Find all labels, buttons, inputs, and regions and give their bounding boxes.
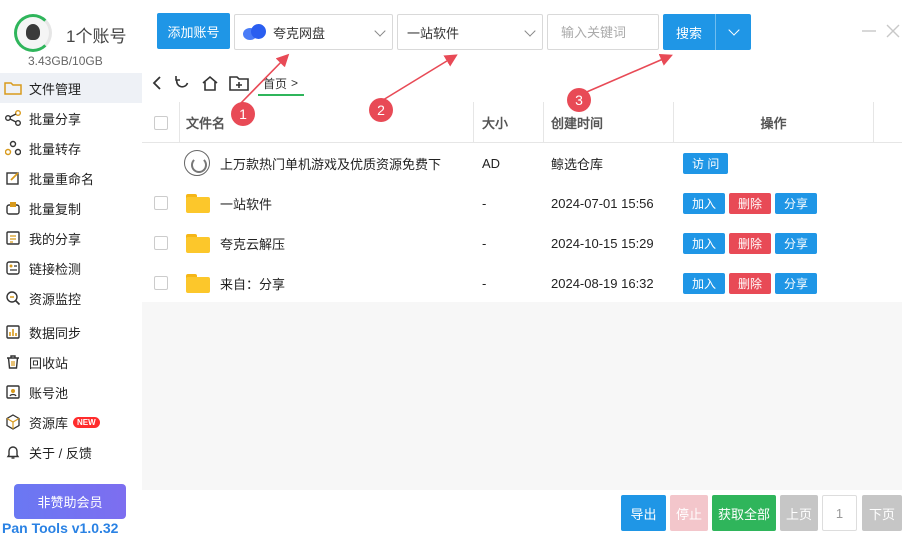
annotation-marker-1: 1 [231, 102, 255, 126]
page-number-input[interactable]: 1 [822, 495, 857, 531]
fetch-all-button[interactable]: 获取全部 [712, 495, 776, 531]
prev-page-button[interactable]: 上页 [780, 495, 818, 531]
annotation-marker-3: 3 [567, 88, 591, 112]
next-page-button[interactable]: 下页 [862, 495, 902, 531]
annotation-marker-2: 2 [369, 98, 393, 122]
annotation-arrows [239, 53, 673, 105]
annotation-arrow-1 [239, 53, 290, 105]
stop-button[interactable]: 停止 [670, 495, 708, 531]
annotation-arrow-3 [581, 53, 673, 95]
annotation-arrow-2 [382, 54, 458, 101]
export-button[interactable]: 导出 [621, 495, 666, 531]
